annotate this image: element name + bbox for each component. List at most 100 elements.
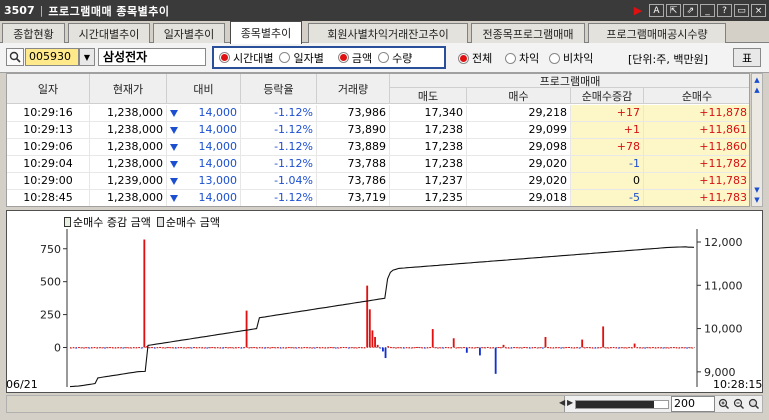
- scroll-bottom-icon[interactable]: ▼: [752, 195, 762, 205]
- zoom-out-icon[interactable]: [731, 396, 746, 412]
- net-change-bar: [326, 347, 329, 349]
- radio-all[interactable]: 전체: [458, 50, 492, 66]
- net-change-bar: [266, 347, 269, 349]
- zoom-slider[interactable]: [575, 400, 669, 409]
- net-change-bar: [494, 347, 497, 374]
- net-change-bar: [468, 347, 471, 349]
- net-change-bar: [201, 347, 203, 349]
- table-row[interactable]: 10:29:13 1,238,000 14,000 -1.12% 73,890 …: [7, 122, 749, 139]
- cell-net-change: 0: [571, 173, 644, 189]
- tab-stock-trend[interactable]: 종목별추이: [230, 21, 302, 44]
- radio-non-arbitrage[interactable]: 비차익: [549, 50, 593, 66]
- header-buy[interactable]: 매수: [467, 88, 571, 104]
- header-rate[interactable]: 등락율: [241, 74, 317, 104]
- net-change-bar: [683, 347, 686, 349]
- tab-overview[interactable]: 종합현황: [2, 23, 65, 43]
- close-icon[interactable]: ×: [751, 4, 766, 17]
- cell-time: 10:29:13: [7, 122, 90, 138]
- header-price[interactable]: 현재가: [90, 74, 167, 104]
- net-change-bar: [573, 347, 576, 349]
- header-change[interactable]: 대비: [167, 74, 241, 104]
- radio-all-dot: [458, 52, 469, 64]
- net-change-bar: [675, 347, 678, 349]
- radio-by-time[interactable]: 시간대별: [219, 50, 273, 66]
- header-volume[interactable]: 거래량: [317, 74, 390, 104]
- radio-arbitrage[interactable]: 차익: [505, 50, 539, 66]
- title-separator: |: [39, 4, 44, 17]
- net-change-bar: [151, 347, 154, 349]
- stock-code-input[interactable]: 005930: [25, 48, 79, 66]
- window-title: 프로그램매매 종목별추이: [48, 4, 170, 18]
- radio-quantity[interactable]: 수량: [378, 50, 412, 66]
- header-sell[interactable]: 매도: [390, 88, 467, 104]
- net-change-bar: [243, 347, 245, 349]
- radio-amount[interactable]: 금액: [337, 50, 372, 66]
- net-change-bar: [476, 347, 479, 349]
- scroll-thumb[interactable]: [7, 396, 565, 412]
- tab-time-trend[interactable]: 시간대별추이: [68, 23, 150, 43]
- net-change-bar: [513, 347, 515, 349]
- net-change-bar: [589, 347, 591, 349]
- net-change-bar: [649, 347, 652, 349]
- left-tick-label: 500: [40, 276, 61, 289]
- tab-disclosure-qty[interactable]: 프로그램매매공시수량: [588, 23, 726, 43]
- scroll-down-icon[interactable]: ▼: [752, 185, 762, 195]
- net-change-bar: [75, 347, 78, 349]
- cell-change-value: 13,000: [198, 174, 238, 187]
- program-trade-chart[interactable]: 750 500 250 0 12,000 11,000 10,000 9,000 순매수 증감…: [6, 210, 763, 393]
- table-row[interactable]: 10:29:04 1,238,000 14,000 -1.12% 73,788 …: [7, 156, 749, 173]
- radio-by-day[interactable]: 일자별: [279, 50, 324, 66]
- restore-icon[interactable]: ▭: [734, 4, 749, 17]
- net-change-bar: [161, 347, 164, 349]
- scroll-up-icon[interactable]: ▲: [752, 85, 762, 95]
- chart-canvas: 750500250012,00011,00010,0009,000: [40, 229, 743, 388]
- legend-net: 순매수 금액: [165, 216, 220, 229]
- minimize-icon[interactable]: _: [700, 4, 715, 17]
- options-group: 시간대별 일자별 금액 수량: [212, 46, 446, 69]
- net-change-bar: [479, 347, 481, 356]
- table-row[interactable]: 10:29:06 1,238,000 14,000 -1.12% 73,889 …: [7, 139, 749, 156]
- cell-change-value: 14,000: [198, 140, 238, 153]
- zoom-input[interactable]: 200: [671, 396, 715, 412]
- net-change-bar: [644, 347, 647, 349]
- tab-daily-trend[interactable]: 일자별추이: [153, 23, 225, 43]
- pin-icon[interactable]: ⇗: [683, 4, 698, 17]
- net-change-bar: [520, 347, 523, 349]
- legend-swatch-change: [64, 217, 71, 227]
- header-net-change[interactable]: 순매수증감: [571, 88, 644, 104]
- table-row[interactable]: 10:28:45 1,238,000 14,000 -1.12% 73,719 …: [7, 190, 749, 206]
- table-button[interactable]: 표: [733, 48, 761, 67]
- scroll-top-icon[interactable]: ▲: [752, 75, 762, 85]
- chart-scrollbar[interactable]: ◀ ▶ 200: [6, 395, 763, 413]
- net-change-bar: [384, 347, 387, 359]
- table-row[interactable]: 10:29:00 1,239,000 13,000 -1.04% 73,786 …: [7, 173, 749, 190]
- cell-change: 13,000: [167, 173, 241, 189]
- tab-member-arbitrage[interactable]: 회원사별차익거래잔고추이: [308, 23, 468, 43]
- cell-change-value: 14,000: [198, 191, 238, 204]
- header-net[interactable]: 순매수: [644, 88, 749, 104]
- play-icon[interactable]: ▶: [629, 3, 647, 18]
- scroll-right-icon[interactable]: ▶: [567, 398, 573, 407]
- help-icon[interactable]: ?: [717, 4, 732, 17]
- tab-all-stocks[interactable]: 전종목프로그램매매: [471, 23, 585, 43]
- zoom-reset-icon[interactable]: [746, 396, 761, 412]
- net-change-bar: [127, 347, 130, 349]
- net-change-bar: [395, 347, 397, 349]
- scroll-left-icon[interactable]: ◀: [559, 398, 565, 407]
- chevron-down-icon[interactable]: ▼: [79, 48, 95, 66]
- down-arrow-icon: [170, 161, 178, 168]
- search-icon[interactable]: [6, 48, 24, 66]
- export-icon[interactable]: ⇱: [666, 4, 681, 17]
- net-change-bar: [510, 347, 513, 349]
- table-row[interactable]: 10:29:16 1,238,000 14,000 -1.12% 73,986 …: [7, 105, 749, 122]
- font-size-button[interactable]: A: [649, 4, 664, 17]
- net-change-bar: [106, 347, 109, 349]
- net-change-bar: [104, 347, 106, 349]
- net-change-bar: [371, 330, 374, 348]
- net-change-bar: [88, 347, 91, 349]
- table-scrollbar[interactable]: ▲ ▲ ▼ ▼: [751, 73, 763, 207]
- header-time[interactable]: 일자: [7, 74, 90, 104]
- zoom-in-icon[interactable]: [716, 396, 731, 412]
- cell-sell: 17,340: [390, 105, 467, 121]
- cell-rate: -1.12%: [241, 190, 317, 206]
